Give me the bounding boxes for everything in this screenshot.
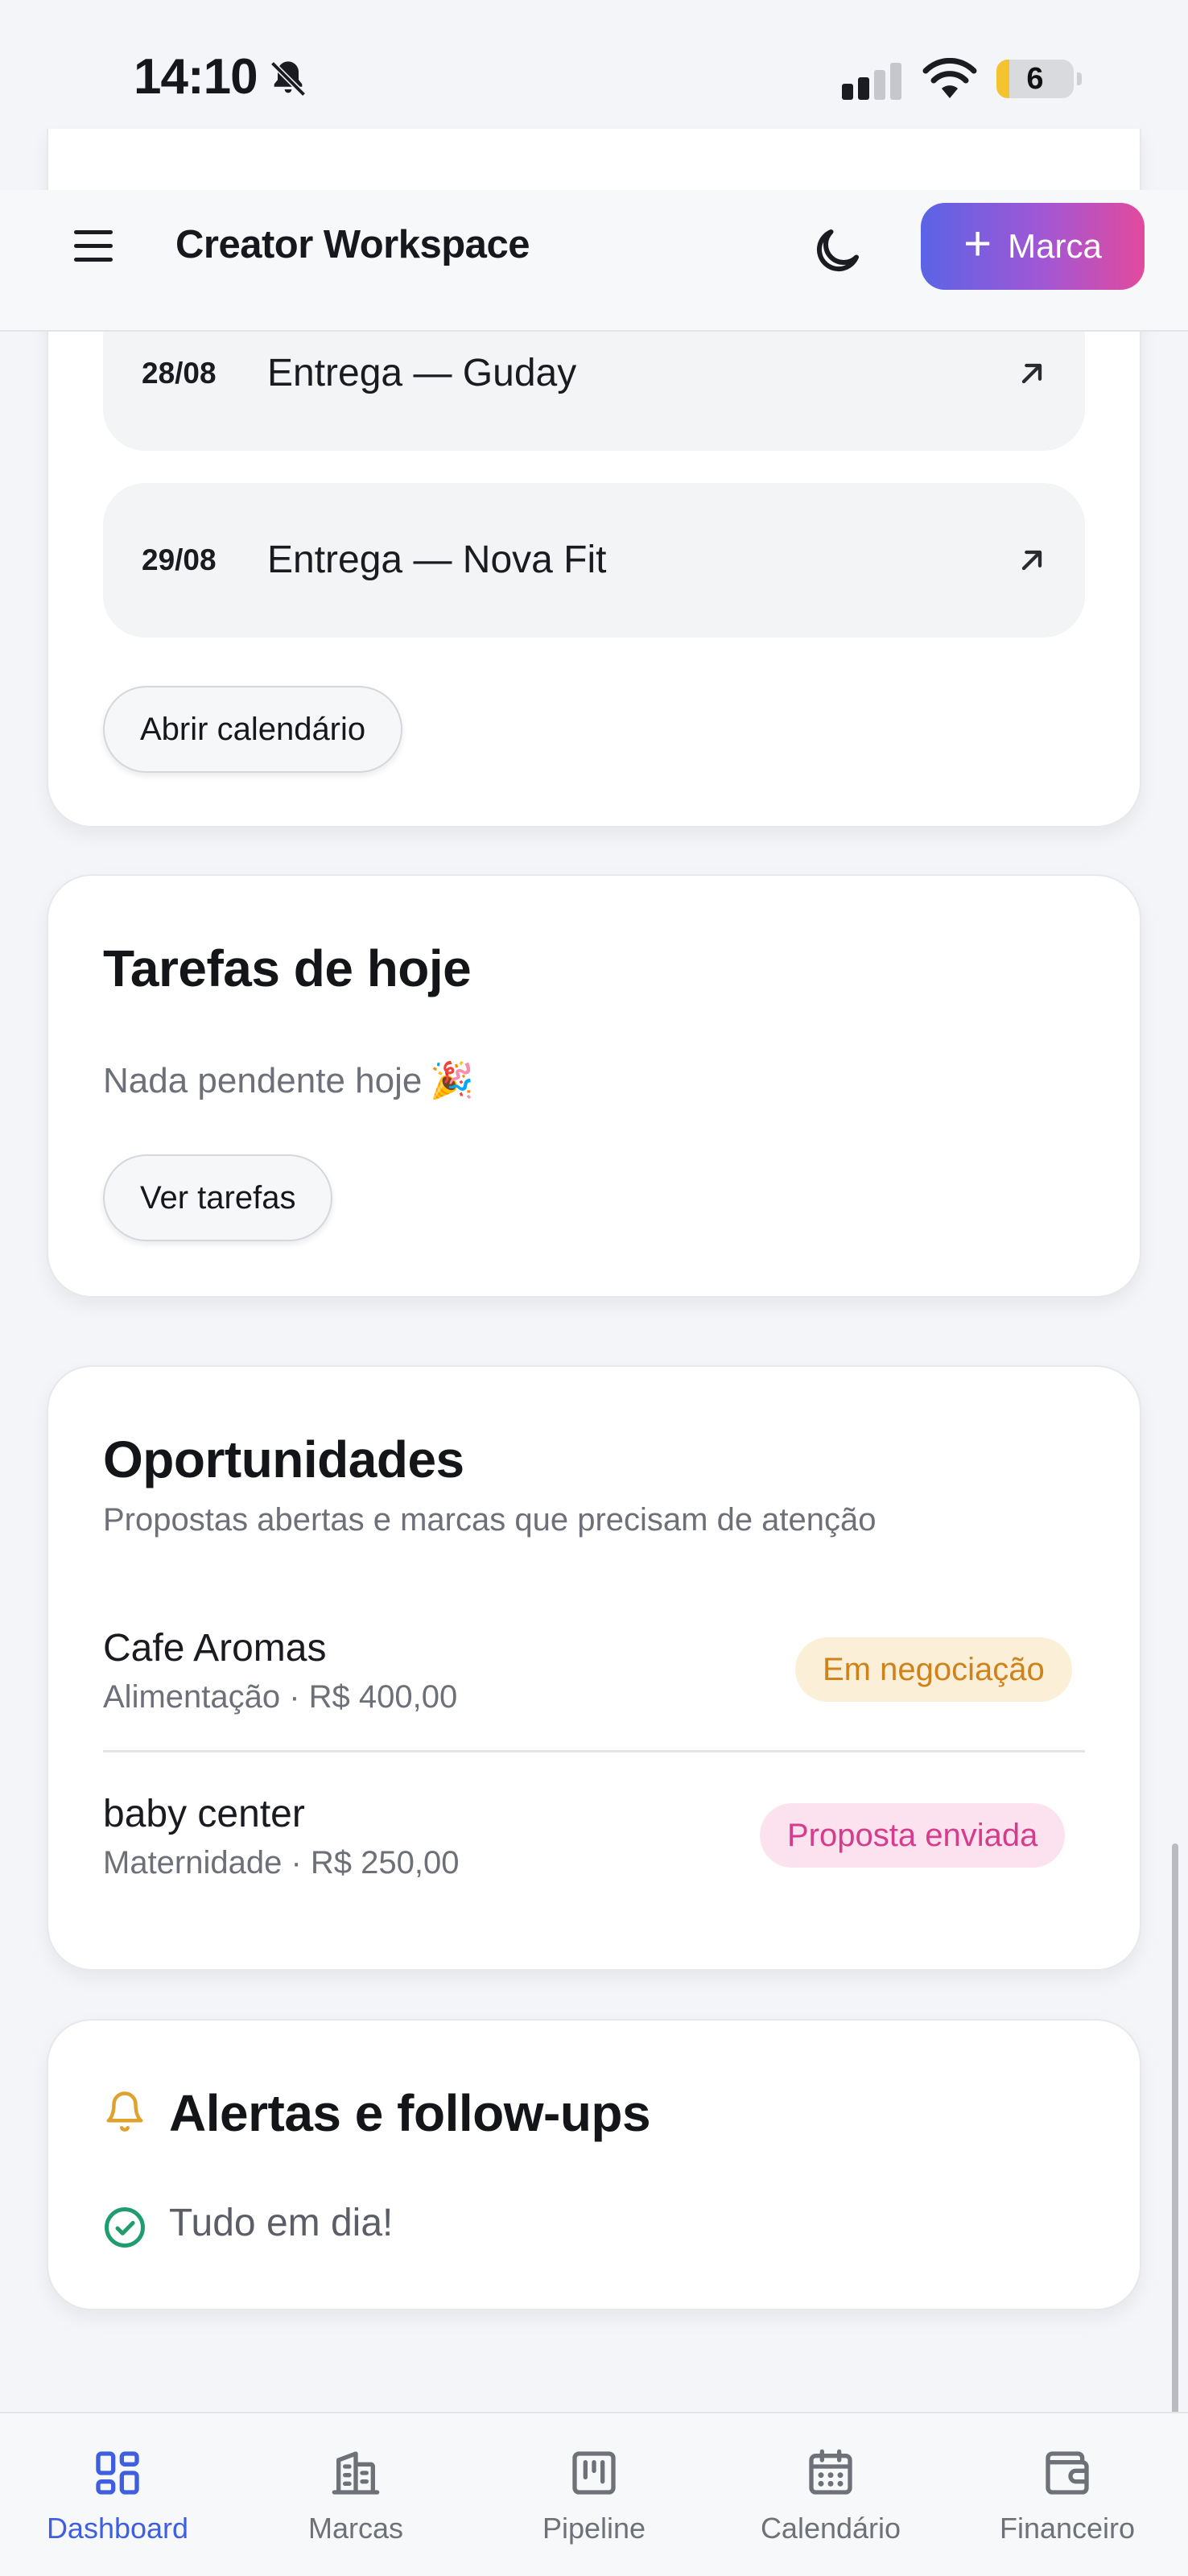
nav-dashboard[interactable]: Dashboard <box>13 2447 222 2560</box>
check-circle-icon <box>105 2207 145 2248</box>
nav-label: Pipeline <box>542 2512 646 2545</box>
opportunity-name[interactable]: Cafe Aromas <box>103 1626 326 1670</box>
cellular-signal-icon <box>842 63 901 100</box>
opportunity-meta: Maternidade · R$ 250,00 <box>103 1845 460 1880</box>
nav-financeiro[interactable]: Financeiro <box>963 2447 1172 2560</box>
wallet-icon <box>1046 2451 1089 2495</box>
nav-calendario[interactable]: Calendário <box>726 2447 935 2560</box>
arrow-up-right-icon <box>1021 363 1042 384</box>
dark-mode-toggle-icon[interactable] <box>808 222 866 280</box>
calendar-icon <box>809 2449 852 2495</box>
event-title: Entrega — Nova Fit <box>267 539 607 581</box>
status-badge: Em negociação <box>795 1637 1072 1702</box>
add-brand-button[interactable]: + Marca <box>921 203 1145 290</box>
alerts-card <box>47 2019 1141 2310</box>
nav-label: Dashboard <box>46 2512 189 2545</box>
building-icon <box>332 2451 380 2495</box>
plus-icon: + <box>963 217 992 270</box>
tasks-empty-message: Nada pendente hoje 🎉 <box>103 1059 474 1101</box>
nav-label: Marcas <box>307 2512 404 2545</box>
calendar-event-row[interactable]: 29/08 Entrega — Nova Fit <box>103 483 1085 638</box>
nav-pipeline[interactable]: Pipeline <box>489 2447 699 2560</box>
opportunity-name[interactable]: baby center <box>103 1792 305 1836</box>
view-tasks-button[interactable]: Ver tarefas <box>103 1154 333 1241</box>
battery-indicator: 6 <box>996 60 1082 98</box>
wifi-icon <box>922 58 977 98</box>
arrow-up-right-icon <box>1021 550 1042 571</box>
open-calendar-button[interactable]: Abrir calendário <box>103 686 403 773</box>
event-date: 29/08 <box>142 543 217 576</box>
tasks-empty-text: Nada pendente hoje <box>103 1061 423 1100</box>
bell-off-icon <box>270 61 306 97</box>
alerts-title: Alertas e follow-ups <box>169 2084 651 2142</box>
nav-label: Financeiro <box>999 2512 1136 2545</box>
add-brand-label: Marca <box>1008 227 1102 265</box>
opportunities-title: Oportunidades <box>103 1430 464 1488</box>
nav-label: Calendário <box>760 2512 901 2545</box>
kanban-icon <box>572 2451 616 2495</box>
opportunities-subtitle: Propostas abertas e marcas que precisam … <box>103 1502 877 1538</box>
party-popper-icon: 🎉 <box>430 1061 475 1100</box>
nav-marcas[interactable]: Marcas <box>251 2447 460 2560</box>
alerts-status-text: Tudo em dia! <box>169 2202 394 2244</box>
menu-icon[interactable] <box>74 230 113 264</box>
app-title: Creator Workspace <box>175 223 530 266</box>
bell-icon <box>106 2091 143 2132</box>
status-time: 14:10 <box>134 49 258 105</box>
dashboard-icon <box>96 2451 139 2495</box>
opportunity-meta: Alimentação · R$ 400,00 <box>103 1679 458 1715</box>
battery-level: 6 <box>1026 62 1044 96</box>
tasks-title: Tarefas de hoje <box>103 939 472 997</box>
divider <box>103 1750 1085 1752</box>
status-badge: Proposta enviada <box>760 1803 1066 1868</box>
